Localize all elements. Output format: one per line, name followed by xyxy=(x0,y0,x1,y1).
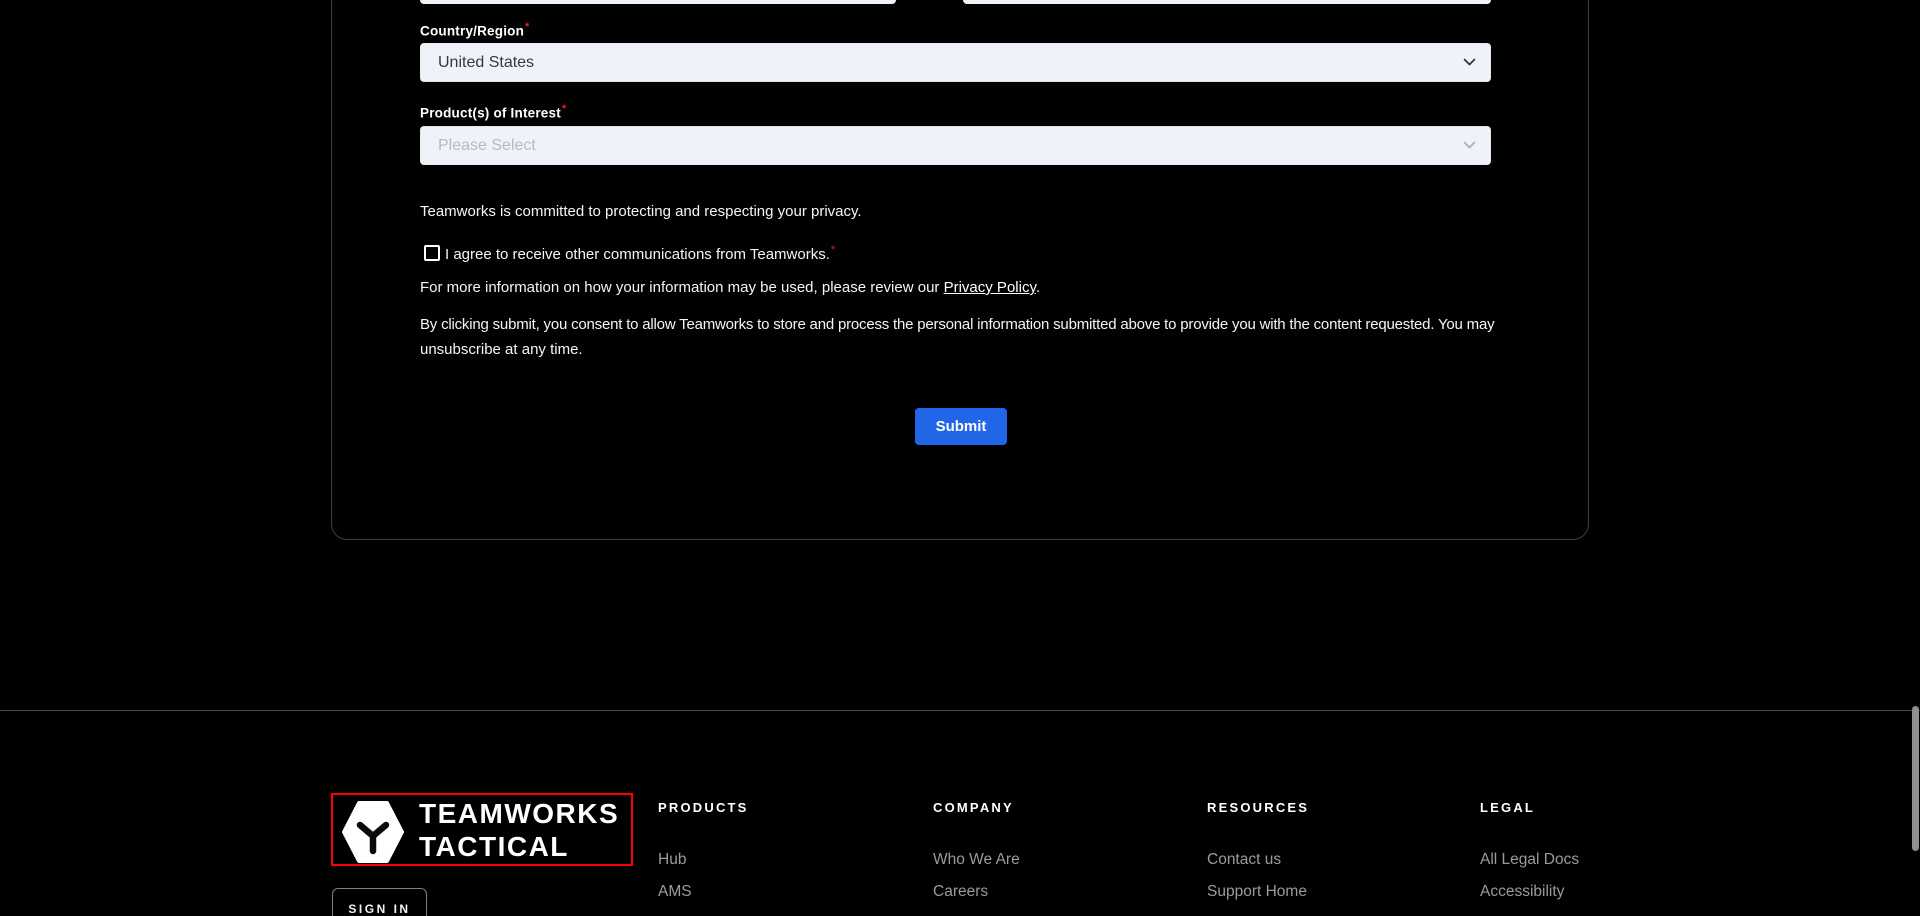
scrollbar-thumb[interactable] xyxy=(1912,706,1919,851)
logo-text-line2: TACTICAL xyxy=(419,830,619,863)
country-region-select[interactable]: United States xyxy=(420,43,1491,82)
privacy-info-text: For more information on how your informa… xyxy=(420,279,1040,296)
footer-link-hub[interactable]: Hub xyxy=(658,851,898,869)
footer-column-title: PRODUCTS xyxy=(658,800,898,815)
submit-button[interactable]: Submit xyxy=(915,408,1007,445)
form-field-partial-left[interactable] xyxy=(420,0,896,4)
footer-link-who-we-are[interactable]: Who We Are xyxy=(933,851,1173,869)
footer-column-company: COMPANY Who We Are Careers xyxy=(933,800,1173,901)
footer-logo-link[interactable]: TEAMWORKS TACTICAL xyxy=(331,793,633,866)
footer-column-legal: LEGAL All Legal Docs Accessibility xyxy=(1480,800,1720,901)
country-region-label-text: Country/Region xyxy=(420,24,524,39)
footer-link-ams[interactable]: AMS xyxy=(658,883,898,901)
required-asterisk: * xyxy=(525,21,529,33)
form-field-partial-right[interactable] xyxy=(963,0,1491,4)
products-of-interest-label-text: Product(s) of Interest xyxy=(420,106,561,121)
footer-link-all-legal-docs[interactable]: All Legal Docs xyxy=(1480,851,1720,869)
teamworks-hexagon-y-logo-icon xyxy=(342,800,404,869)
consent-checkbox-label: I agree to receive other communications … xyxy=(445,244,835,263)
chevron-down-icon xyxy=(1463,137,1476,155)
country-region-select-value: United States xyxy=(438,54,1463,72)
footer-link-careers[interactable]: Careers xyxy=(933,883,1173,901)
privacy-info-suffix: . xyxy=(1036,279,1040,296)
products-of-interest-label: Product(s) of Interest* xyxy=(420,103,566,121)
footer-column-products: PRODUCTS Hub AMS xyxy=(658,800,898,901)
footer-column-title: LEGAL xyxy=(1480,800,1720,815)
footer-column-resources: RESOURCES Contact us Support Home xyxy=(1207,800,1447,901)
footer-link-contact-us[interactable]: Contact us xyxy=(1207,851,1447,869)
products-of-interest-select[interactable]: Please Select xyxy=(420,126,1491,165)
footer-column-title: COMPANY xyxy=(933,800,1173,815)
country-region-label: Country/Region* xyxy=(420,21,530,39)
consent-disclaimer-line1: By clicking submit, you consent to allow… xyxy=(420,316,1494,333)
required-asterisk: * xyxy=(562,103,566,115)
privacy-info-prefix: For more information on how your informa… xyxy=(420,279,944,296)
consent-checkbox[interactable] xyxy=(424,245,440,261)
chevron-down-icon xyxy=(1463,54,1476,72)
products-of-interest-placeholder: Please Select xyxy=(438,137,1463,155)
privacy-policy-link[interactable]: Privacy Policy xyxy=(944,279,1036,296)
sign-in-button[interactable]: SIGN IN xyxy=(332,888,427,916)
footer-link-support-home[interactable]: Support Home xyxy=(1207,883,1447,901)
footer-logo-text: TEAMWORKS TACTICAL xyxy=(419,797,619,863)
consent-disclaimer-line2: unsubscribe at any time. xyxy=(420,341,583,358)
consent-checkbox-label-text: I agree to receive other communications … xyxy=(445,246,830,263)
required-asterisk: * xyxy=(831,244,835,256)
privacy-commitment-text: Teamworks is committed to protecting and… xyxy=(420,203,862,220)
footer-divider xyxy=(0,710,1920,711)
logo-text-line1: TEAMWORKS xyxy=(419,797,619,830)
footer-column-title: RESOURCES xyxy=(1207,800,1447,815)
footer-link-accessibility[interactable]: Accessibility xyxy=(1480,883,1720,901)
page-background: Country/Region* United States Product(s)… xyxy=(0,0,1920,916)
